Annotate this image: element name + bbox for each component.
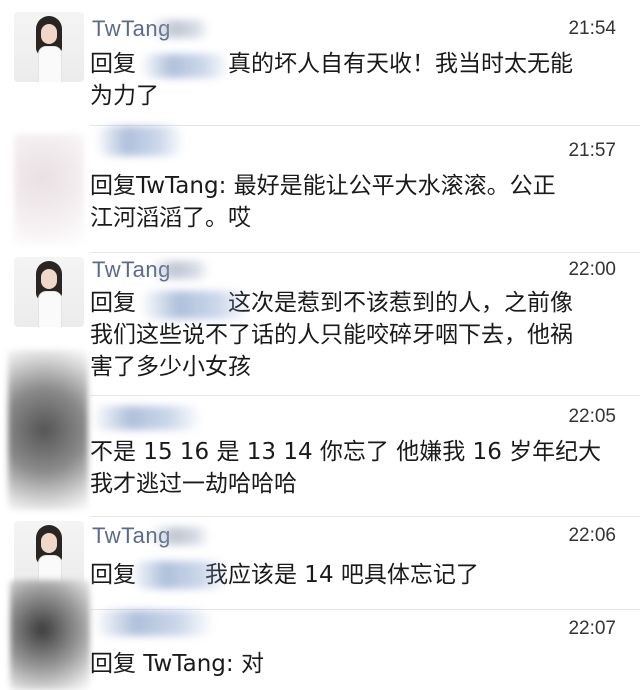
avatar[interactable] <box>14 12 84 82</box>
comment-item[interactable]: TwTang 22:00 回复 这次是惹到不该惹到的人，之前像 我们这些说不了话… <box>0 253 640 395</box>
redaction-blur <box>130 561 230 589</box>
comment-item[interactable]: TwTang 22:06 回复 我应该是 14 吧具体忘记了 <box>0 517 640 609</box>
redaction-blur <box>140 291 250 319</box>
timestamp: 22:06 <box>568 525 616 546</box>
redaction-blur <box>150 527 210 545</box>
comment-text: 回复 TwTang: 对 <box>90 651 264 677</box>
redaction-blur <box>94 610 214 636</box>
comment-item[interactable]: 21:57 回复TwTang: 最好是能让公平大水滚滚。公正 江河滔滔了。哎 <box>0 126 640 252</box>
comment-text: 为力了 <box>90 83 159 109</box>
redaction-blur <box>150 20 210 38</box>
timestamp: 22:07 <box>568 618 616 639</box>
comment-item[interactable]: TwTang 21:54 回复 真的坏人自有天收！我当时太无能 为力了 <box>0 0 640 125</box>
avatar[interactable] <box>8 350 88 510</box>
redaction-blur <box>140 54 230 78</box>
comment-item[interactable]: 22:05 不是 15 16 是 13 14 你忘了 他嫌我 16 岁年纪大 我… <box>0 350 640 516</box>
timestamp: 22:00 <box>568 259 616 280</box>
redaction-blur <box>150 261 210 279</box>
comment-text: 江河滔滔了。哎 <box>90 205 251 231</box>
avatar[interactable] <box>14 134 84 244</box>
timestamp: 21:54 <box>568 18 616 39</box>
redaction-blur <box>92 406 202 430</box>
avatar[interactable] <box>14 257 84 327</box>
redaction-blur <box>95 126 185 156</box>
avatar[interactable] <box>10 580 90 690</box>
timestamp: 22:05 <box>568 406 616 427</box>
comment-text: 不是 15 16 是 13 14 你忘了 他嫌我 16 岁年纪大 <box>90 439 602 465</box>
timestamp: 21:57 <box>568 140 616 161</box>
comment-text: 害了多少小女孩 <box>90 354 251 380</box>
comment-text: 我们这些说不了话的人只能咬碎牙咽下去，他祸 <box>90 322 573 348</box>
comment-thread: TwTang 21:54 回复 真的坏人自有天收！我当时太无能 为力了 21:5… <box>0 0 640 690</box>
comment-text: 我才逃过一劫哈哈哈 <box>90 471 297 497</box>
comment-item[interactable]: 22:07 回复 TwTang: 对 <box>0 580 640 690</box>
comment-text: 回复TwTang: 最好是能让公平大水滚滚。公正 <box>90 173 556 199</box>
